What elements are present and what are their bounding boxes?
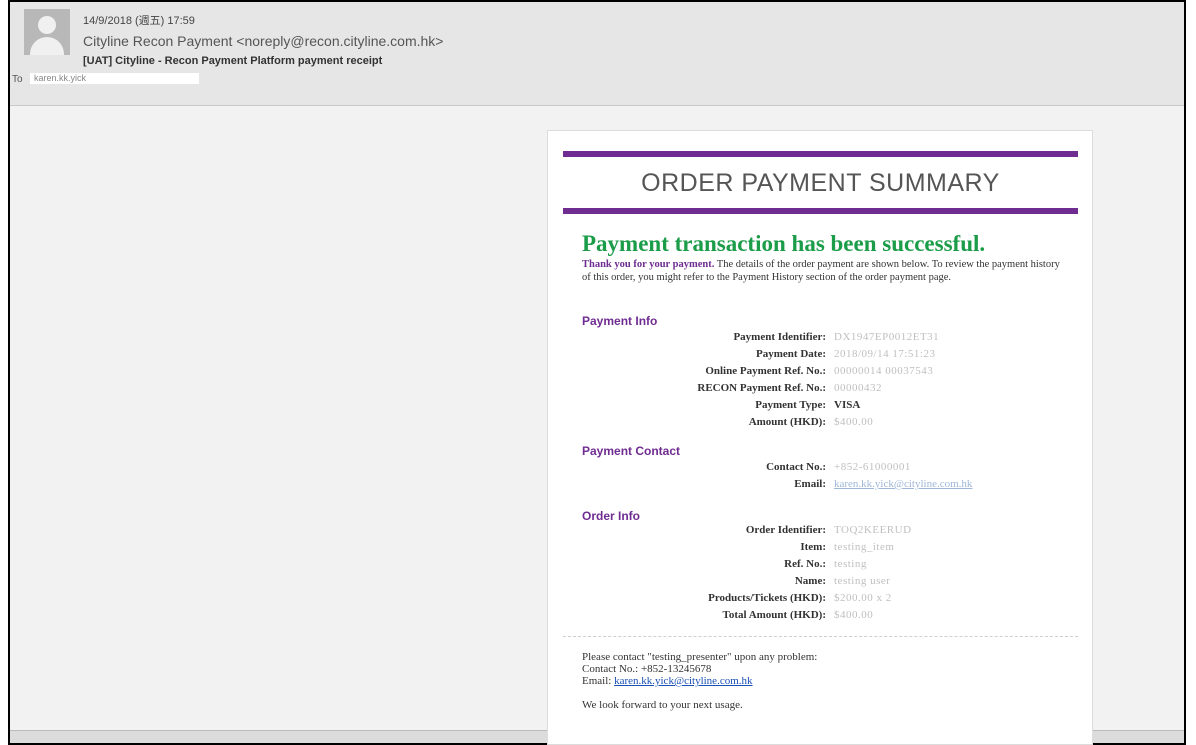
row-label: Products/Tickets (HKD): bbox=[708, 592, 826, 604]
contact-no-row: Contact No.: +852-61000001 bbox=[548, 461, 1094, 477]
payment-type-row: Payment Type: VISA bbox=[548, 399, 1094, 415]
row-label: Payment Date: bbox=[756, 348, 826, 360]
receipt-card: ORDER PAYMENT SUMMARY Payment transactio… bbox=[547, 130, 1093, 745]
amount-row: Amount (HKD): $400.00 bbox=[548, 416, 1094, 432]
contact-email-row: Email: karen.kk.yick@cityline.com.hk bbox=[548, 478, 1094, 494]
products-row: Products/Tickets (HKD): $200.00 x 2 bbox=[548, 592, 1094, 608]
row-value: testing bbox=[834, 558, 867, 570]
name-row: Name: testing user bbox=[548, 575, 1094, 591]
row-value: 00000432 bbox=[834, 382, 882, 394]
row-value: $400.00 bbox=[834, 416, 874, 428]
online-ref-row: Online Payment Ref. No.: 00000014 000375… bbox=[548, 365, 1094, 381]
row-label: Payment Type: bbox=[755, 399, 826, 411]
to-label: To bbox=[12, 74, 23, 85]
row-value: testing_item bbox=[834, 541, 895, 553]
row-value: testing user bbox=[834, 575, 891, 587]
email-date: 14/9/2018 (週五) 17:59 bbox=[83, 15, 195, 27]
row-value: TOQ2KEERUD bbox=[834, 524, 912, 536]
contact-email-link[interactable]: karen.kk.yick@cityline.com.hk bbox=[834, 478, 972, 490]
footer-divider bbox=[563, 636, 1078, 637]
to-recipient[interactable]: karen.kk.yick bbox=[30, 73, 199, 84]
email-header: 14/9/2018 (週五) 17:59 Cityline Recon Paym… bbox=[10, 2, 1184, 106]
footer-email-line: Email: karen.kk.yick@cityline.com.hk bbox=[582, 675, 817, 687]
row-label: RECON Payment Ref. No.: bbox=[697, 382, 826, 394]
row-label: Item: bbox=[800, 541, 826, 553]
row-value: DX1947EP0012ET31 bbox=[834, 331, 940, 343]
row-label: Amount (HKD): bbox=[748, 416, 826, 428]
payment-date-row: Payment Date: 2018/09/14 17:51:23 bbox=[548, 348, 1094, 364]
row-label: Order Identifier: bbox=[745, 524, 826, 536]
avatar-body bbox=[30, 37, 64, 55]
recon-ref-row: RECON Payment Ref. No.: 00000432 bbox=[548, 382, 1094, 398]
item-row: Item: testing_item bbox=[548, 541, 1094, 557]
email-subject: [UAT] Cityline - Recon Payment Platform … bbox=[83, 55, 383, 67]
avatar-head bbox=[38, 16, 56, 34]
success-heading: Payment transaction has been successful. bbox=[582, 231, 986, 256]
row-label: Online Payment Ref. No.: bbox=[705, 365, 826, 377]
row-label: Total Amount (HKD): bbox=[722, 609, 827, 621]
row-label: Payment Identifier: bbox=[733, 331, 826, 343]
row-value: 2018/09/14 17:51:23 bbox=[834, 348, 936, 360]
row-value: +852-61000001 bbox=[834, 461, 911, 473]
total-amount-row: Total Amount (HKD): $400.00 bbox=[548, 609, 1094, 625]
row-value: VISA bbox=[834, 399, 861, 411]
order-info-title: Order Info bbox=[582, 509, 641, 523]
receipt-title: ORDER PAYMENT SUMMARY bbox=[641, 169, 1000, 197]
order-identifier-row: Order Identifier: TOQ2KEERUD bbox=[548, 524, 1094, 540]
row-value: $200.00 x 2 bbox=[834, 592, 892, 604]
row-label: Email: bbox=[794, 478, 826, 490]
footer-email-link[interactable]: karen.kk.yick@cityline.com.hk bbox=[614, 675, 752, 687]
top-accent-bar bbox=[563, 151, 1078, 157]
row-value: $400.00 bbox=[834, 609, 874, 621]
row-label: Ref. No.: bbox=[784, 558, 826, 570]
payment-identifier-row: Payment Identifier: DX1947EP0012ET31 bbox=[548, 331, 1094, 347]
payment-info-title: Payment Info bbox=[582, 314, 658, 328]
contact-no: Contact No.: +852-13245678 bbox=[582, 663, 712, 675]
bottom-accent-bar bbox=[563, 208, 1078, 214]
row-label: Contact No.: bbox=[766, 461, 826, 473]
thanks-text: Thank you for your payment. bbox=[582, 259, 715, 270]
row-value: 00000014 00037543 bbox=[834, 365, 934, 377]
closing-line: We look forward to your next usage. bbox=[582, 699, 743, 711]
footer-text: Please contact "testing_presenter" upon … bbox=[582, 651, 817, 711]
payment-contact-title: Payment Contact bbox=[582, 444, 681, 458]
footer-email-label: Email: bbox=[582, 675, 612, 687]
row-label: Name: bbox=[794, 575, 826, 587]
ref-no-row: Ref. No.: testing bbox=[548, 558, 1094, 574]
email-sender[interactable]: Cityline Recon Payment <noreply@recon.ci… bbox=[83, 33, 444, 49]
contact-line: Please contact "testing_presenter" upon … bbox=[582, 651, 818, 663]
sender-avatar bbox=[24, 9, 70, 55]
intro-paragraph: Thank you for your payment. The details … bbox=[582, 258, 1062, 284]
